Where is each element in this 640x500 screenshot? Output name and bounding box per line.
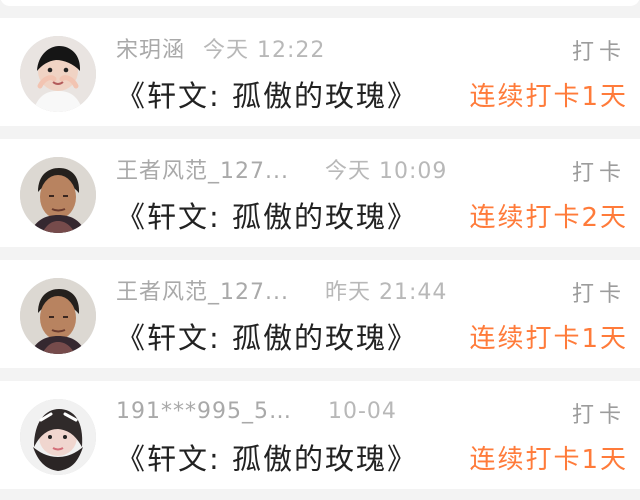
book-title[interactable]: 《轩文: 孤傲的玫瑰》 <box>116 315 418 357</box>
streak-badge: 连续打卡1天 <box>469 324 628 354</box>
post-meta: 王者风范_127... 今天 10:09 <box>116 153 448 185</box>
elderly-woman-avatar-icon <box>20 157 96 233</box>
user-avatar[interactable] <box>20 399 96 475</box>
user-name[interactable]: 191***995_506... <box>116 399 296 424</box>
young-woman-avatar-icon <box>20 36 96 112</box>
post-time: 昨天 21:44 <box>324 280 448 305</box>
top-card-edge <box>0 0 640 6</box>
checkin-label: 打卡 <box>571 282 626 307</box>
book-title[interactable]: 《轩文: 孤傲的玫瑰》 <box>116 73 418 115</box>
post-meta: 191***995_506... 10-04 <box>116 397 397 425</box>
post-meta: 宋玥涵 今天 12:22 <box>116 32 326 64</box>
user-avatar[interactable] <box>20 278 96 354</box>
checkin-feed: 宋玥涵 今天 12:22 打卡 《轩文: 孤傲的玫瑰》 连续打卡1天 王者风范_… <box>0 0 640 500</box>
post-time: 今天 12:22 <box>203 38 326 63</box>
user-name[interactable]: 王者风范_127... <box>116 274 289 306</box>
streak-badge: 连续打卡2天 <box>469 203 628 233</box>
checkin-label: 打卡 <box>571 161 626 186</box>
streak-badge: 连续打卡1天 <box>469 445 628 475</box>
checkin-card[interactable]: 王者风范_127... 今天 10:09 打卡 《轩文: 孤傲的玫瑰》 连续打卡… <box>0 139 640 247</box>
user-avatar[interactable] <box>20 36 96 112</box>
user-avatar[interactable] <box>20 157 96 233</box>
book-title[interactable]: 《轩文: 孤傲的玫瑰》 <box>116 436 418 478</box>
checkin-card[interactable]: 王者风范_127... 昨天 21:44 打卡 《轩文: 孤傲的玫瑰》 连续打卡… <box>0 260 640 368</box>
post-meta: 王者风范_127... 昨天 21:44 <box>116 274 448 306</box>
book-title[interactable]: 《轩文: 孤傲的玫瑰》 <box>116 194 418 236</box>
checkin-label: 打卡 <box>571 40 626 65</box>
post-time: 今天 10:09 <box>324 159 448 184</box>
checkin-card[interactable]: 191***995_506... 10-04 打卡 《轩文: 孤傲的玫瑰》 连续… <box>0 381 640 489</box>
young-woman-avatar-icon <box>20 399 96 475</box>
streak-badge: 连续打卡1天 <box>469 82 628 112</box>
elderly-woman-avatar-icon <box>20 278 96 354</box>
checkin-card[interactable]: 宋玥涵 今天 12:22 打卡 《轩文: 孤傲的玫瑰》 连续打卡1天 <box>0 18 640 126</box>
user-name[interactable]: 王者风范_127... <box>116 153 289 185</box>
post-time: 10-04 <box>328 398 397 424</box>
checkin-label: 打卡 <box>571 403 626 428</box>
user-name[interactable]: 宋玥涵 <box>116 32 185 64</box>
